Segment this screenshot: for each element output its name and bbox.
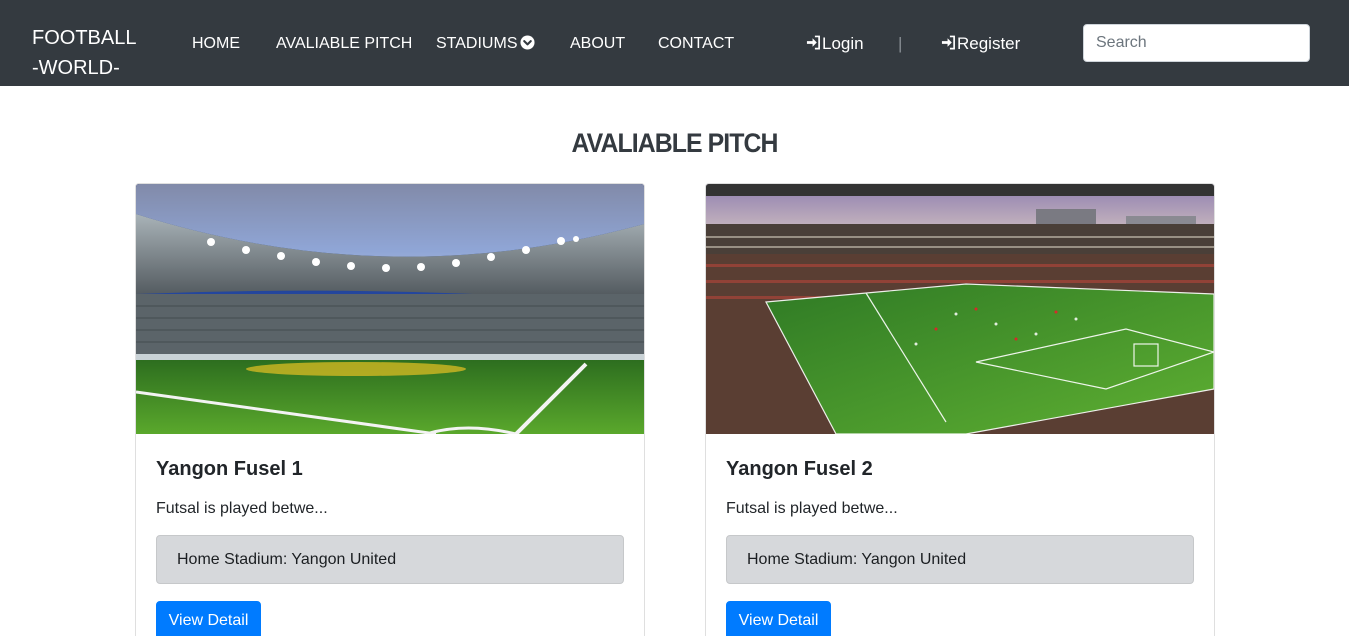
register-label: Register [957, 34, 1021, 53]
pitch-card: Yangon Fusel 2 Futsal is played betwe...… [705, 183, 1215, 636]
nav-about-link[interactable]: ABOUT [570, 33, 625, 55]
brand-logo[interactable]: FOOTBALL -WORLD- [32, 18, 136, 88]
card-title: Yangon Fusel 2 [726, 458, 873, 480]
card-title: Yangon Fusel 1 [156, 458, 303, 480]
chevron-down-circle-icon [520, 35, 536, 50]
login-label: Login [822, 34, 864, 53]
card-text: Futsal is played betwe... [156, 500, 328, 517]
nav-stadiums-label: STADIUMS [436, 35, 518, 52]
register-link[interactable]: Register [941, 33, 1020, 55]
pitch-card: Yangon Fusel 1 Futsal is played betwe...… [135, 183, 645, 636]
view-detail-button[interactable]: View Detail [726, 601, 831, 636]
stadium-image [706, 184, 1214, 434]
home-stadium-label: Home Stadium: Yangon United [726, 535, 1194, 584]
home-stadium-label: Home Stadium: Yangon United [156, 535, 624, 584]
page-title: AVALIABLE PITCH [571, 128, 778, 158]
nav-available-pitch-link[interactable]: AVALIABLE PITCH [276, 33, 412, 55]
login-link[interactable]: Login [806, 33, 864, 55]
nav-home-link[interactable]: HOME [192, 33, 240, 55]
stadium-photo-icon [136, 184, 644, 434]
stadium-image [136, 184, 644, 434]
top-navbar: FOOTBALL -WORLD- HOME AVALIABLE PITCH ST… [0, 0, 1349, 86]
card-text: Futsal is played betwe... [726, 500, 898, 517]
search-input[interactable] [1083, 24, 1310, 62]
view-detail-button[interactable]: View Detail [156, 601, 261, 636]
nav-contact-link[interactable]: CONTACT [658, 33, 734, 55]
nav-stadiums-dropdown[interactable]: STADIUMS [436, 33, 536, 55]
sign-in-icon [941, 35, 955, 50]
nav-divider: | [898, 34, 903, 53]
sign-in-icon [806, 35, 820, 50]
stadium-photo-icon [706, 184, 1214, 434]
